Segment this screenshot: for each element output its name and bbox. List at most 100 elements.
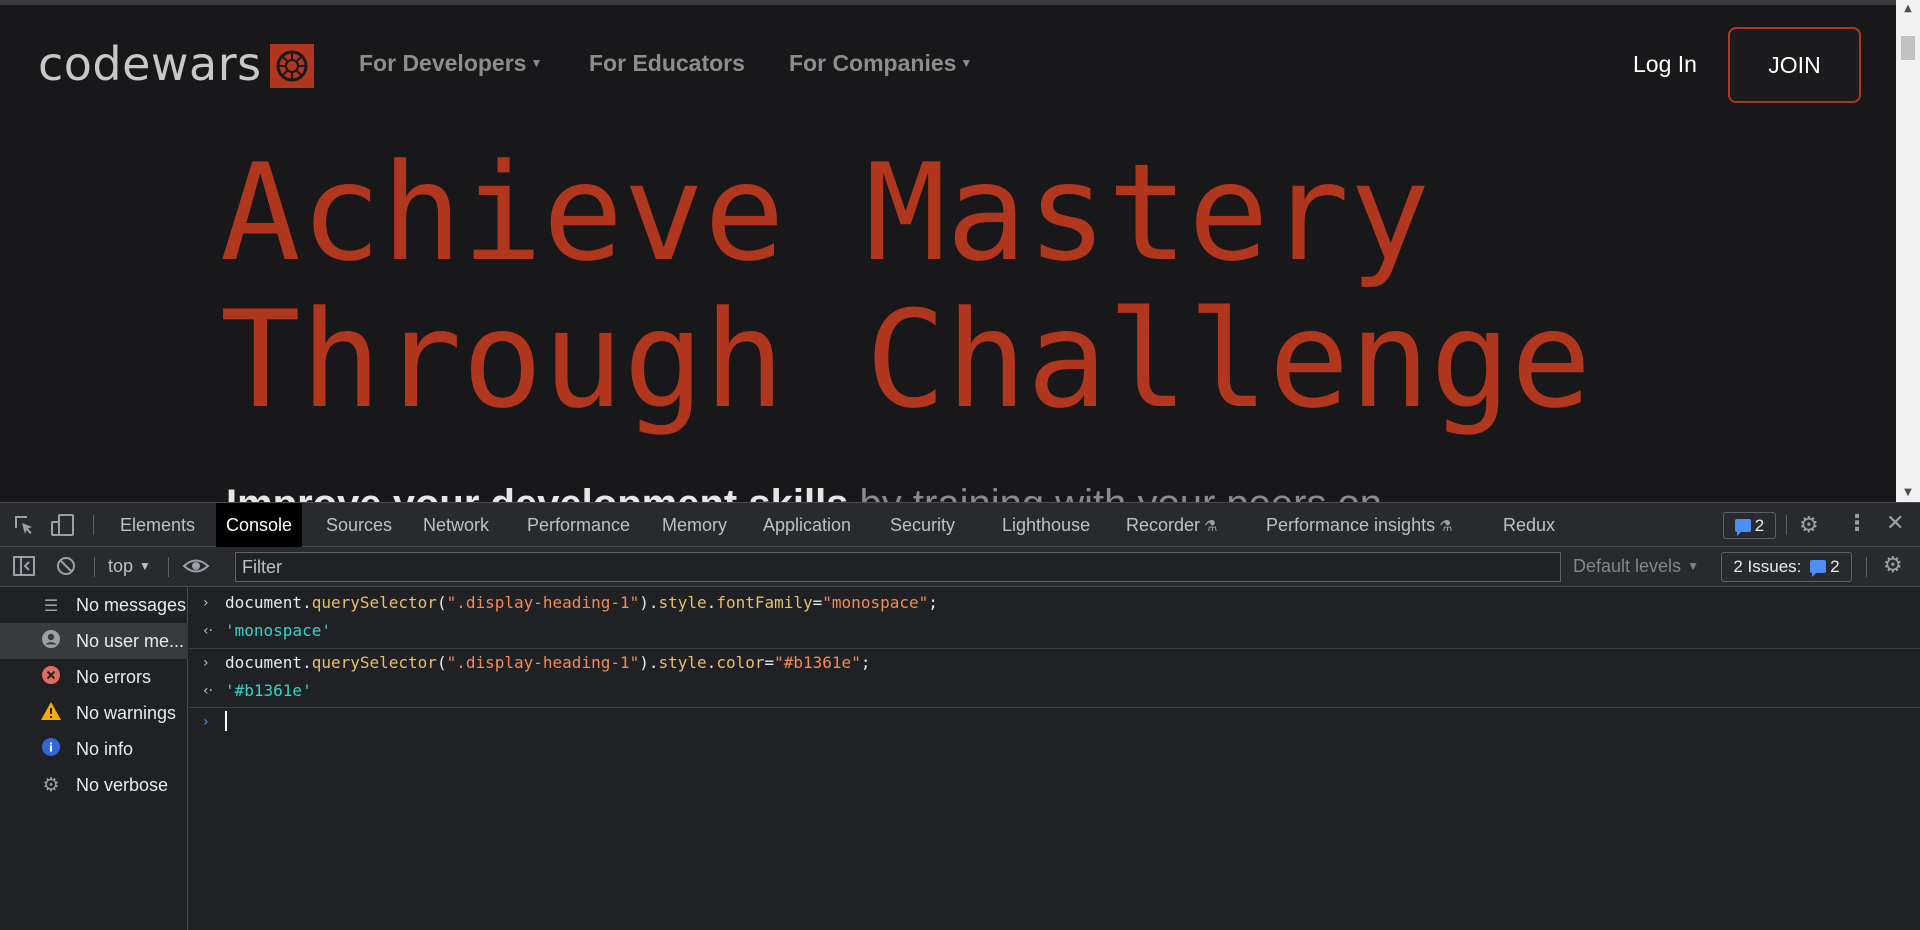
cmd-token: querySelector <box>311 593 437 612</box>
page-scrollbar[interactable]: ▲ ▼ <box>1896 0 1920 502</box>
toolbar-divider <box>94 557 95 577</box>
info-icon <box>40 737 62 761</box>
toolbar-divider <box>93 515 94 535</box>
tab-sources[interactable]: Sources <box>316 503 402 547</box>
cmd-token: "monospace" <box>822 593 929 612</box>
sidebar-item-user-messages[interactable]: No user me... <box>0 623 188 659</box>
live-expression-eye-icon[interactable] <box>182 554 210 582</box>
sidebar-item-errors[interactable]: No errors <box>0 659 188 695</box>
cmd-token: ( <box>436 653 447 672</box>
cmd-token: style <box>658 593 707 612</box>
input-chevron-icon: › <box>203 595 209 611</box>
issues-chat-icon <box>1810 560 1827 577</box>
cmd-token: ".display-heading-1" <box>446 593 640 612</box>
context-selector-value: top <box>108 556 134 576</box>
more-options-icon[interactable]: ⋮ <box>1846 511 1868 536</box>
chevron-down-icon: ▼ <box>960 56 973 70</box>
scroll-down-icon[interactable]: ▼ <box>1896 484 1920 502</box>
tab-memory[interactable]: Memory <box>652 503 737 547</box>
cmd-token: document. <box>225 593 312 612</box>
cmd-token: ; <box>928 593 938 612</box>
join-button[interactable]: JOIN <box>1728 27 1861 103</box>
cmd-token: . <box>706 593 717 612</box>
tab-performance[interactable]: Performance <box>517 503 640 547</box>
console-cursor <box>225 708 227 736</box>
console-result: '#b1361e' <box>225 681 312 700</box>
log-levels-value: Default levels <box>1573 556 1682 576</box>
cmd-token: querySelector <box>311 653 437 672</box>
login-link[interactable]: Log In <box>1633 51 1697 78</box>
sidebar-item-label: No user me... <box>76 630 185 651</box>
sidebar-item-info[interactable]: No info <box>0 731 188 767</box>
console-result-entry: ‹· '#b1361e' <box>189 677 1920 705</box>
tab-performance-insights[interactable]: Performance insights ⚗ <box>1256 503 1463 547</box>
list-icon: ☰ <box>43 595 59 615</box>
cmd-token: ). <box>639 593 659 612</box>
context-selector[interactable]: top ▼ <box>108 556 151 577</box>
inspect-element-icon[interactable] <box>12 513 36 541</box>
issues-button[interactable]: 2 Issues: 2 <box>1721 552 1852 582</box>
console-prompt[interactable]: › <box>189 708 1920 736</box>
tab-redux[interactable]: Redux <box>1493 503 1565 547</box>
sidebar-item-messages[interactable]: ☰ No messages <box>0 587 188 623</box>
device-toolbar-icon[interactable] <box>50 513 76 541</box>
cmd-token: "#b1361e" <box>774 653 861 672</box>
hero-subheading: Improve your development skills by train… <box>226 482 1382 502</box>
scroll-up-icon[interactable]: ▲ <box>1896 0 1920 18</box>
sidebar-item-warnings[interactable]: No warnings <box>0 695 188 731</box>
experimental-flask-icon: ⚗ <box>1204 518 1218 535</box>
tab-recorder[interactable]: Recorder ⚗ <box>1116 503 1227 547</box>
logo-text: codewars <box>38 37 262 91</box>
chevron-down-icon: ▼ <box>139 559 151 573</box>
console-settings-gear-icon[interactable]: ⚙ <box>1883 553 1903 578</box>
logo-mark-icon <box>269 44 314 88</box>
nav-for-companies-label: For Companies <box>789 50 957 76</box>
hero-heading-line-2: Through Challenge <box>220 282 1592 438</box>
cmd-token: fontFamily <box>716 593 813 612</box>
nav-for-educators[interactable]: For Educators <box>589 50 745 77</box>
cmd-token: ( <box>436 593 447 612</box>
tab-recorder-label: Recorder <box>1126 515 1201 535</box>
tab-application[interactable]: Application <box>753 503 861 547</box>
cmd-token: . <box>706 653 717 672</box>
sidebar-item-label: No messages <box>76 594 187 615</box>
console-result: 'monospace' <box>225 621 331 640</box>
sidebar-item-label: No info <box>76 738 134 759</box>
log-levels-dropdown[interactable]: Default levels ▼ <box>1573 556 1699 577</box>
chevron-down-icon: ▼ <box>1687 559 1699 573</box>
console-result-entry: ‹· 'monospace' <box>189 617 1920 645</box>
clear-console-icon[interactable] <box>55 555 77 581</box>
toggle-sidebar-icon[interactable] <box>12 555 36 581</box>
result-arrow-icon: ‹· <box>203 623 214 639</box>
verbose-bug-icon: ⚙ <box>42 774 60 796</box>
cmd-token: document. <box>225 653 312 672</box>
nav-for-developers[interactable]: For Developers ▼ <box>359 50 542 77</box>
issues-button-count: 2 <box>1830 557 1840 576</box>
devtools-tabbar: Elements Console Sources Network Perform… <box>0 502 1920 547</box>
prompt-chevron-icon: › <box>203 714 209 730</box>
tab-console[interactable]: Console <box>216 503 303 547</box>
tab-elements[interactable]: Elements <box>110 503 205 547</box>
console-command: document.querySelector(".display-heading… <box>225 589 938 617</box>
console-output[interactable]: › document.querySelector(".display-headi… <box>189 587 1920 930</box>
sidebar-item-label: No verbose <box>76 774 169 795</box>
issues-chat-icon <box>1734 519 1751 536</box>
nav-for-educators-label: For Educators <box>589 50 745 76</box>
codewars-logo[interactable]: codewars <box>38 36 314 92</box>
console-filter-input[interactable] <box>235 552 1561 582</box>
tab-performance-insights-label: Performance insights <box>1266 515 1436 535</box>
issues-badge[interactable]: 2 <box>1723 512 1776 539</box>
sidebar-item-verbose[interactable]: ⚙ No verbose <box>0 767 188 803</box>
site-navbar: codewars For Developers ▼ For Educators F… <box>0 24 1896 106</box>
cmd-token: style <box>658 653 707 672</box>
tab-security[interactable]: Security <box>880 503 965 547</box>
close-devtools-icon[interactable]: ✕ <box>1886 511 1904 536</box>
nav-for-companies[interactable]: For Companies ▼ <box>789 50 972 77</box>
tab-lighthouse[interactable]: Lighthouse <box>992 503 1100 547</box>
cmd-token: ".display-heading-1" <box>446 653 640 672</box>
scrollbar-thumb[interactable] <box>1901 36 1915 60</box>
tab-network[interactable]: Network <box>413 503 499 547</box>
cmd-token: = <box>812 593 823 612</box>
sidebar-item-label: No warnings <box>76 702 177 723</box>
settings-gear-icon[interactable]: ⚙ <box>1799 513 1819 538</box>
